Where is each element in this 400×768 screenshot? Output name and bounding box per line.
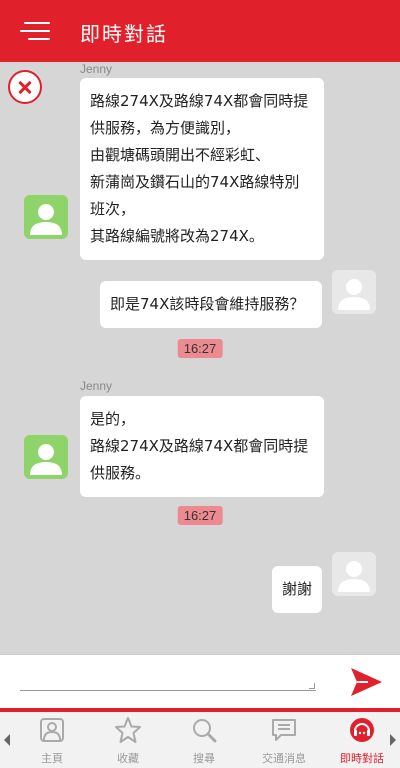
- agent-avatar: [24, 435, 68, 479]
- user-avatar: [332, 270, 376, 314]
- agent-avatar: [24, 195, 68, 239]
- send-icon[interactable]: [348, 665, 384, 699]
- search-icon: [193, 719, 217, 743]
- bottom-navigation: 主頁 收藏 搜尋 交通消息 即時對話: [0, 712, 400, 768]
- nav-label: 搜尋: [193, 752, 215, 765]
- app-header: 即時對話: [0, 0, 400, 62]
- nav-label: 交通消息: [262, 752, 306, 765]
- message-timestamp: 16:27: [177, 506, 223, 525]
- user-message-bubble: 謝謝: [272, 566, 322, 613]
- nav-item-search[interactable]: 搜尋: [166, 712, 242, 768]
- scroll-left-arrow-icon[interactable]: [4, 734, 10, 746]
- live-chat-icon: [350, 718, 374, 742]
- sender-name: Jenny: [80, 379, 113, 393]
- sender-name: Jenny: [80, 62, 113, 76]
- nav-label: 即時對話: [340, 752, 384, 765]
- star-icon: [115, 717, 141, 743]
- scroll-right-arrow-icon[interactable]: [390, 734, 396, 746]
- message-input[interactable]: [20, 665, 316, 689]
- input-underline: [20, 690, 316, 691]
- user-message-bubble: 即是74X該時段會維持服務？: [100, 281, 322, 328]
- close-icon[interactable]: [8, 70, 42, 104]
- resize-handle-icon: [309, 683, 315, 689]
- page-title: 即時對話: [80, 22, 168, 46]
- nav-item-live-chat[interactable]: 即時對話: [324, 712, 400, 768]
- message-icon: [272, 719, 296, 741]
- nav-item-home[interactable]: 主頁: [14, 712, 90, 768]
- message-input-bar: [0, 654, 400, 708]
- hamburger-menu-icon[interactable]: [20, 22, 50, 40]
- nav-item-traffic-news[interactable]: 交通消息: [246, 712, 322, 768]
- user-avatar: [332, 552, 376, 596]
- nav-label: 收藏: [117, 752, 139, 765]
- agent-message-bubble: 是的， 路線274X及路線74X都會同時提 供服務。: [80, 396, 324, 497]
- nav-item-favorites[interactable]: 收藏: [90, 712, 166, 768]
- nav-label: 主頁: [41, 752, 63, 765]
- message-timestamp: 16:27: [177, 339, 223, 358]
- chat-area[interactable]: Jenny 路線274X及路線74X都會同時提 供服務，為方便識別， 由觀塘碼頭…: [0, 62, 400, 654]
- agent-message-bubble: 路線274X及路線74X都會同時提 供服務，為方便識別， 由觀塘碼頭開出不經彩虹…: [80, 78, 324, 260]
- home-icon: [40, 718, 64, 742]
